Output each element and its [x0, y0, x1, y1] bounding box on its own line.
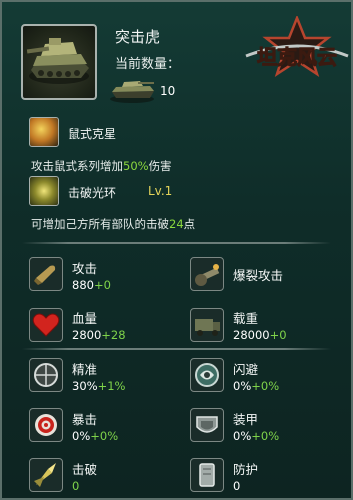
stat-dodge-label: 闪避	[233, 362, 259, 377]
skill-breach-aura-icon[interactable]	[29, 176, 59, 206]
skill-2-name: 击破光环	[68, 186, 117, 200]
truck-icon	[190, 308, 224, 342]
crosshair-icon	[29, 358, 63, 392]
shield-plate-icon	[190, 458, 224, 492]
stat-armor-label: 装甲	[233, 412, 259, 427]
heart-icon	[29, 308, 63, 342]
tank-count-icon	[110, 81, 154, 103]
skill-2-description: 可增加己方所有部队的击破24点	[31, 217, 196, 231]
stat-attack-label: 攻击	[72, 261, 98, 276]
stat-protection-value: 0	[233, 479, 241, 493]
breach-icon	[29, 458, 63, 492]
divider	[22, 348, 331, 350]
tank-count-value: 10	[160, 84, 176, 98]
stat-dodge-value: 0%+0%	[233, 379, 280, 393]
stat-armor-value: 0%+0%	[233, 429, 280, 443]
stat-breach-label: 击破	[72, 462, 98, 477]
stat-accuracy-value: 30%+1%	[72, 379, 126, 393]
divider	[22, 242, 331, 244]
stat-protection-label: 防护	[233, 462, 259, 477]
stat-accuracy-label: 精准	[72, 362, 98, 377]
stat-burst-attack-label: 爆裂攻击	[233, 268, 284, 283]
skill-mouse-killer-icon[interactable]	[29, 117, 59, 147]
tank-image-icon	[26, 38, 89, 84]
skill-1-name: 鼠式克星	[68, 127, 117, 141]
svg-text:坦克风云: 坦克风云	[257, 45, 337, 69]
stat-hp-label: 血量	[72, 311, 98, 326]
stat-crit-label: 暴击	[72, 412, 98, 427]
tank-name: 突击虎	[115, 28, 161, 46]
skill-1-description: 攻击鼠式系列增加50%伤害	[31, 159, 172, 173]
count-label: 当前数量：	[115, 57, 181, 72]
stat-attack-value: 880+0	[72, 278, 111, 292]
target-icon	[29, 408, 63, 442]
shell-icon	[29, 257, 63, 291]
stat-crit-value: 0%+0%	[72, 429, 119, 443]
tank-portrait	[21, 24, 97, 100]
tank-detail-panel: 突击虎 当前数量： 10 坦克风云 鼠式克星 攻击鼠式系列增加50%伤害 击破光…	[0, 0, 353, 500]
skill-2-level: Lv.1	[148, 184, 173, 198]
game-logo: 坦克风云	[242, 14, 352, 86]
stat-breach-value: 0	[72, 479, 80, 493]
cannon-icon	[190, 257, 224, 291]
stat-capacity-value: 28000+0	[233, 328, 287, 342]
stat-hp-value: 2800+28	[72, 328, 126, 342]
armor-icon	[190, 408, 224, 442]
dodge-icon	[190, 358, 224, 392]
stat-capacity-label: 载重	[233, 311, 259, 326]
